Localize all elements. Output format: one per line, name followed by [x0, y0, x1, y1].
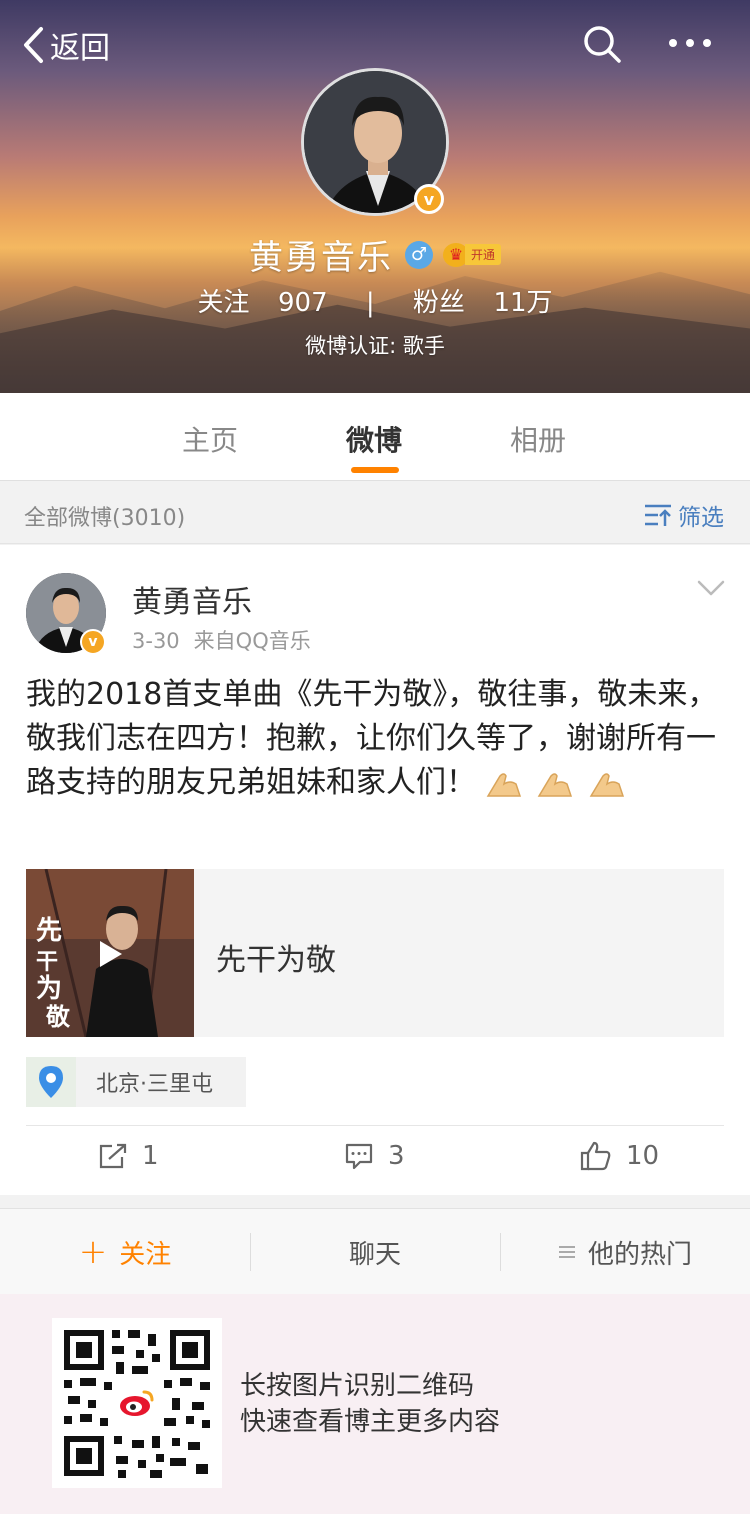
- repost-icon: [99, 1143, 127, 1169]
- profile-name: 黄勇音乐: [248, 238, 393, 278]
- repost-count: 1: [142, 1141, 159, 1171]
- like-icon: [580, 1141, 611, 1171]
- praying-hands-emojis: [486, 765, 631, 800]
- hot-label: 他的热门: [587, 1239, 692, 1270]
- profile-name-row: 黄勇音乐 ♂ ♛ 开通: [0, 230, 750, 279]
- follow-label: 关注: [119, 1239, 172, 1270]
- filter-label: 筛选: [678, 505, 724, 531]
- qr-code-section: 长按图片识别二维码 快速查看博主更多内容: [0, 1294, 750, 1514]
- chevron-down-icon[interactable]: [696, 579, 726, 597]
- male-icon: ♂: [404, 240, 433, 269]
- active-tab-indicator: [351, 467, 399, 473]
- tab-home[interactable]: 主页: [182, 419, 238, 459]
- repost-button[interactable]: 1: [98, 1141, 159, 1171]
- music-cover[interactable]: 先 干 为 敬: [26, 869, 194, 1037]
- follow-stats: 关注 907 | 粉丝 11万: [0, 282, 750, 319]
- location-label: 北京·三里屯: [96, 1072, 213, 1097]
- like-button[interactable]: 10: [580, 1141, 659, 1171]
- praying-hands-icon: [537, 772, 573, 797]
- comment-icon: [345, 1143, 373, 1170]
- verification-text: 微博认证: 歌手: [305, 334, 445, 358]
- plus-icon: +: [78, 1232, 108, 1272]
- praying-hands-icon: [486, 772, 521, 797]
- location-map-thumb: [26, 1057, 76, 1107]
- weibo-logo-icon: [120, 1390, 154, 1416]
- filter-icon: [645, 504, 671, 526]
- chat-label: 聊天: [348, 1239, 401, 1270]
- feed-filter-bar: 全部微博(3010) 筛选: [0, 482, 750, 544]
- post-date: 3-30: [132, 629, 180, 653]
- profile-header: 返回 v 黄勇音乐 ♂ ♛ 开通 关注 907 | 粉丝 11万 微博认证: 歌…: [0, 0, 750, 393]
- post-divider: [26, 1125, 724, 1126]
- following-link[interactable]: 关注 907: [191, 288, 333, 318]
- search-icon[interactable]: [582, 24, 622, 64]
- post-text: 我的2018首支单曲《先干为敬》，敬往事，敬未来，敬我们志在四方！抱歉，让你们久…: [26, 673, 726, 805]
- verified-icon: v: [414, 184, 444, 214]
- svg-text:敬: 敬: [45, 1002, 71, 1031]
- qr-code-image[interactable]: [52, 1318, 222, 1488]
- filter-button[interactable]: 筛选: [644, 498, 724, 532]
- svg-text:先: 先: [36, 916, 62, 946]
- followers-count: 11万: [493, 288, 553, 318]
- post-verified-icon: v: [80, 629, 106, 655]
- qr-line-1: 长按图片识别二维码: [240, 1371, 475, 1401]
- post-author-name[interactable]: 黄勇音乐: [132, 577, 252, 621]
- vip-open-badge[interactable]: ♛ 开通: [442, 242, 501, 267]
- svg-text:干: 干: [36, 949, 58, 975]
- followers-link[interactable]: 粉丝 11万: [407, 288, 559, 318]
- like-count: 10: [626, 1141, 660, 1171]
- back-button[interactable]: 返回: [22, 24, 110, 66]
- chat-button[interactable]: 聊天: [250, 1209, 500, 1295]
- praying-hands-icon: [589, 772, 624, 797]
- back-chevron-icon: [24, 27, 43, 63]
- post-card[interactable]: v 黄勇音乐 3-30 来自QQ音乐 我的2018首支单曲《先干为敬》，敬往事，敬…: [0, 545, 750, 1195]
- weibo-count: 全部微博(3010): [24, 506, 186, 531]
- follow-button[interactable]: + 关注: [0, 1209, 250, 1295]
- music-card[interactable]: 先 干 为 敬 先干为敬: [26, 869, 724, 1037]
- music-title: 先干为敬: [216, 943, 336, 978]
- bottom-action-bar: + 关注 聊天 他的热门: [0, 1208, 750, 1294]
- vip-open-label: 开通: [464, 244, 501, 265]
- tab-weibo[interactable]: 微博: [346, 419, 402, 459]
- back-label: 返回: [50, 31, 110, 66]
- stats-separator: |: [365, 288, 375, 318]
- more-dots-icon[interactable]: [668, 36, 712, 50]
- qr-instruction-text: 长按图片识别二维码 快速查看博主更多内容: [240, 1368, 500, 1440]
- svg-text:为: 为: [36, 974, 62, 1004]
- play-icon[interactable]: [98, 939, 124, 969]
- comment-count: 3: [388, 1141, 405, 1171]
- followers-label: 粉丝: [412, 288, 465, 318]
- menu-lines-icon: [558, 1246, 575, 1258]
- location-tag[interactable]: 北京·三里屯: [26, 1057, 246, 1107]
- post-meta: 3-30 来自QQ音乐: [132, 625, 325, 655]
- location-pin-icon: [39, 1066, 63, 1098]
- comment-button[interactable]: 3: [344, 1141, 405, 1171]
- following-label: 关注: [197, 288, 250, 318]
- following-count: 907: [277, 288, 328, 318]
- post-source: 来自QQ音乐: [193, 629, 311, 653]
- tab-album[interactable]: 相册: [510, 419, 566, 459]
- hot-posts-button[interactable]: 他的热门: [500, 1209, 750, 1295]
- qr-line-2: 快速查看博主更多内容: [240, 1407, 501, 1437]
